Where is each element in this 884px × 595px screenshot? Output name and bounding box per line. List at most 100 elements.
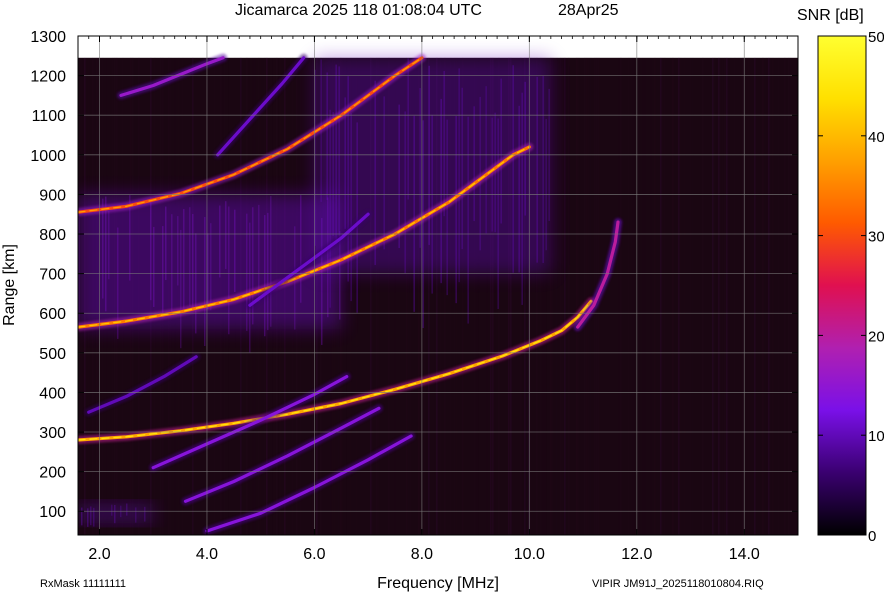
- noise-stripe: [692, 57, 694, 535]
- noise-stripe: [728, 57, 730, 535]
- noise-stripe: [788, 57, 790, 535]
- y-tick-label: 400: [39, 385, 66, 402]
- diffuse-streak: [458, 68, 460, 283]
- diffuse-streak: [335, 64, 337, 245]
- diffuse-streak: [521, 92, 523, 305]
- diffuse-streak: [500, 78, 502, 224]
- diffuse-streak: [329, 109, 331, 308]
- noise-stripe: [556, 57, 558, 535]
- noise-stripe: [762, 57, 764, 535]
- colorbar-tick-label: 10: [868, 428, 884, 445]
- noise-stripe: [720, 57, 722, 535]
- footer-rxmask: RxMask 11111111: [40, 578, 126, 590]
- diffuse-streak: [102, 198, 104, 299]
- noise-stripe: [724, 57, 726, 535]
- y-tick-label: 1100: [32, 108, 67, 125]
- colorbar-tick-label: 20: [868, 328, 884, 345]
- noise-stripe: [650, 58, 652, 535]
- y-tick-label: 1200: [30, 69, 66, 86]
- noise-stripe: [726, 57, 728, 535]
- x-tick-label: 10.0: [514, 546, 545, 563]
- chart-title: Jicamarca 2025 118 01:08:04 UTC: [235, 2, 482, 19]
- y-tick-label: 300: [39, 425, 66, 442]
- y-tick-label: 1300: [30, 29, 66, 46]
- noise-stripe: [772, 57, 774, 535]
- diffuse-streak: [542, 75, 544, 264]
- diffuse-streak: [105, 196, 107, 312]
- noise-stripe: [564, 57, 566, 535]
- diffuse-streak: [473, 106, 475, 222]
- diffuse-streak: [219, 205, 221, 278]
- diffuse-streak: [177, 216, 179, 286]
- noise-stripe: [754, 57, 756, 535]
- diffuse-streak: [114, 504, 116, 524]
- noise-stripe: [770, 57, 772, 535]
- diffuse-streak: [338, 66, 340, 236]
- x-tick-label: 14.0: [729, 546, 760, 563]
- diffuse-streak: [422, 120, 424, 329]
- diffuse-streak: [332, 112, 334, 237]
- y-tick-label: 1000: [30, 148, 66, 165]
- x-tick-label: 4.0: [196, 546, 218, 563]
- diffuse-streak: [413, 115, 415, 312]
- diffuse-streak: [189, 207, 191, 307]
- footer-file: VIPIR JM91J_2025118010804.RIQ: [592, 578, 764, 590]
- noise-stripe: [714, 57, 716, 535]
- diffuse-streak: [497, 118, 499, 309]
- diffuse-streak: [183, 209, 185, 309]
- noise-stripe: [568, 57, 570, 535]
- diffuse-streak: [228, 206, 230, 335]
- colorbar: 0 10 20 30 40 50: [817, 29, 884, 545]
- diffuse-streak: [153, 226, 155, 307]
- noise-stripe: [712, 57, 714, 535]
- noise-stripe: [778, 57, 780, 535]
- diffuse-streak: [195, 233, 197, 334]
- diffuse-streak: [135, 507, 137, 523]
- noise-stripe: [784, 57, 786, 535]
- noise-stripe: [578, 57, 580, 535]
- diffuse-streak: [270, 196, 272, 327]
- diffuse-streak: [407, 58, 409, 200]
- noise-stripe: [664, 57, 666, 535]
- diffuse-streak: [81, 507, 83, 526]
- y-tick-label: 200: [39, 465, 66, 482]
- diffuse-streak: [234, 209, 236, 293]
- diffuse-streak: [162, 226, 164, 318]
- noise-stripe: [730, 57, 732, 535]
- y-axis-label: Range [km]: [1, 244, 18, 326]
- diffuse-streak: [518, 105, 520, 273]
- diffuse-region: [78, 503, 154, 524]
- x-tick-label: 2.0: [88, 546, 110, 563]
- diffuse-streak: [210, 223, 212, 311]
- diffuse-streak: [383, 96, 385, 250]
- diffuse-streak: [440, 98, 442, 284]
- noise-stripe: [586, 57, 588, 535]
- noise-stripe: [718, 57, 720, 535]
- noise-stripe: [722, 57, 724, 535]
- colorbar-tick-label: 0: [868, 528, 876, 545]
- x-tick-label: 12.0: [621, 546, 652, 563]
- diffuse-streak: [267, 212, 269, 331]
- diffuse-streak: [356, 122, 358, 313]
- noise-stripe: [588, 57, 590, 535]
- diffuse-streak: [144, 506, 146, 522]
- noise-stripe: [660, 57, 662, 535]
- ionogram-chart: Jicamarca 2025 118 01:08:04 UTC 28Apr25 …: [1, 2, 884, 592]
- chart-date: 28Apr25: [558, 2, 619, 19]
- noise-stripe: [644, 58, 646, 535]
- noise-stripe: [652, 58, 654, 535]
- noise-stripe: [654, 57, 656, 535]
- noise-stripe: [716, 58, 718, 535]
- x-tick-label: 8.0: [411, 546, 433, 563]
- y-tick-label: 700: [39, 267, 66, 284]
- diffuse-streak: [204, 216, 206, 347]
- noise-stripe: [670, 57, 672, 535]
- noise-stripe: [748, 57, 750, 535]
- noise-stripe: [678, 57, 680, 535]
- diffuse-streak: [545, 118, 547, 251]
- noise-stripe: [634, 58, 636, 535]
- noise-stripe: [576, 57, 578, 535]
- y-tick-label: 600: [39, 306, 66, 323]
- diffuse-streak: [111, 504, 113, 516]
- noise-stripe: [632, 57, 634, 535]
